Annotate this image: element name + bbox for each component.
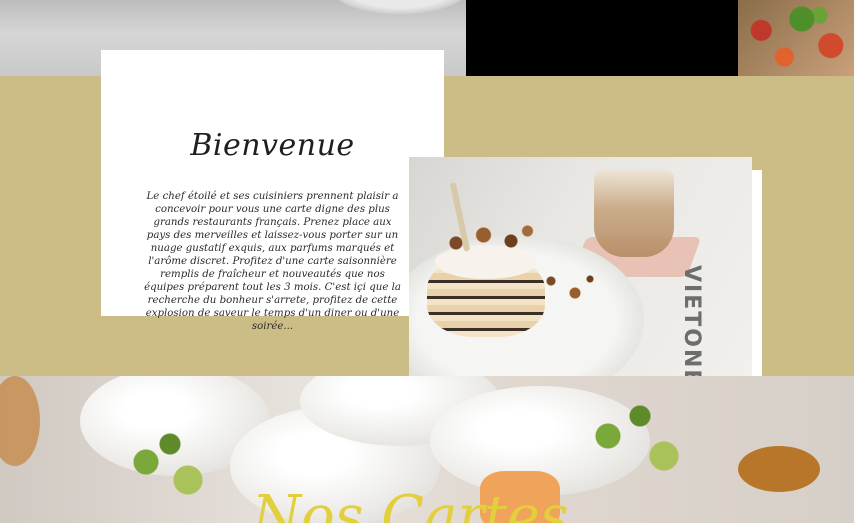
dessert-photo: VIETONE xyxy=(409,157,752,385)
sauce-drop-left xyxy=(0,376,40,466)
greens xyxy=(110,426,230,516)
brand-mark-text: VIETONE xyxy=(679,265,704,385)
section-heading: Nos Cartes xyxy=(252,488,569,523)
nut-topping xyxy=(434,219,544,259)
sauce-drop xyxy=(738,446,820,492)
salad-photo xyxy=(738,0,854,76)
welcome-text: Le chef étoilé et ses cuisiniers prennen… xyxy=(144,191,401,332)
coffee-cup xyxy=(594,169,674,257)
plate-rim xyxy=(330,0,470,14)
welcome-card: Bienvenue Le chef étoilé et ses cuisinie… xyxy=(101,50,444,332)
crumbs xyxy=(539,269,599,309)
greens xyxy=(560,396,720,496)
dark-photo-panel xyxy=(466,0,738,76)
welcome-title: Bienvenue xyxy=(190,128,355,163)
